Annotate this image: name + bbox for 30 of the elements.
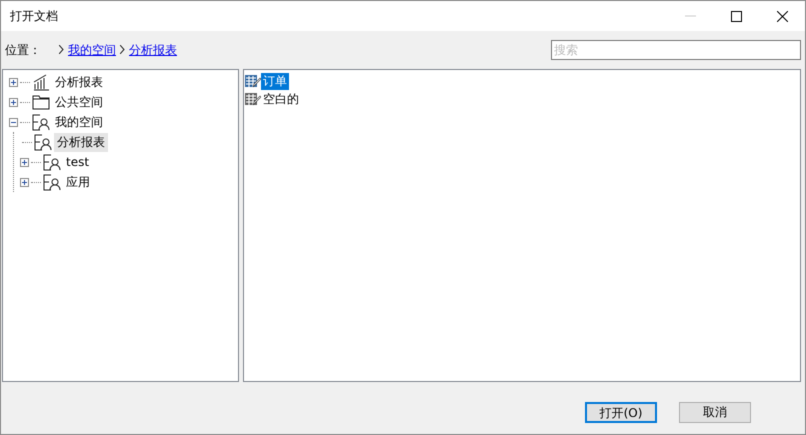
tree-item[interactable]: 分析报表 (54, 132, 108, 152)
user-document-icon (34, 134, 52, 150)
expand-toggle[interactable] (9, 98, 18, 106)
tree-item[interactable]: 分析报表 (52, 72, 106, 92)
tree-item[interactable]: 我的空间 (52, 112, 106, 132)
location-label: 位置： (5, 42, 41, 58)
maximize-icon[interactable] (730, 10, 742, 22)
window-title: 打开文档 (10, 8, 59, 24)
expand-toggle[interactable] (20, 158, 29, 166)
collapse-toggle[interactable] (9, 118, 18, 126)
search-field[interactable]: 搜索 (551, 40, 801, 60)
user-document-icon (32, 114, 50, 130)
cancel-button[interactable]: 取消 (679, 402, 751, 422)
close-icon[interactable] (776, 10, 788, 22)
folder-icon (32, 94, 50, 110)
expand-toggle[interactable] (20, 178, 29, 186)
expand-toggle[interactable] (9, 78, 18, 86)
user-document-icon (43, 154, 61, 170)
chevron-icon (120, 45, 125, 54)
user-document-icon (43, 174, 61, 190)
breadcrumb-link[interactable]: 我的空间 (68, 42, 116, 58)
breadcrumb-link[interactable]: 分析报表 (129, 42, 177, 58)
file-item[interactable]: 订单 (261, 72, 289, 90)
open-button[interactable]: 打开(O) (585, 402, 657, 422)
bar-chart-icon (32, 73, 50, 91)
tree-item[interactable]: test (63, 154, 92, 170)
chevron-icon (59, 45, 64, 54)
tree-item[interactable]: 应用 (63, 172, 93, 192)
tree-item[interactable]: 公共空间 (52, 92, 106, 112)
file-item[interactable]: 空白的 (261, 90, 301, 108)
